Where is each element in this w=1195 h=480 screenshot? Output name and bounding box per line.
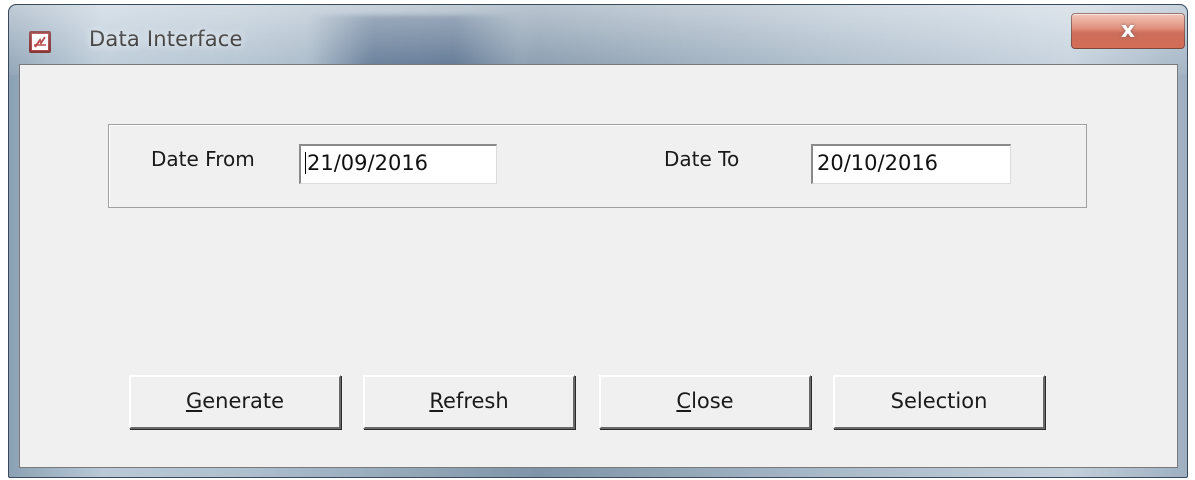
- dialog-client-area: Date From 21/09/2016 Date To 20/10/2016 …: [19, 64, 1178, 468]
- text-caret: [305, 152, 306, 174]
- close-label: lose: [691, 389, 734, 413]
- date-from-label: Date From: [151, 147, 255, 171]
- close-icon: x: [1120, 18, 1136, 43]
- window-close-button[interactable]: x: [1071, 13, 1185, 49]
- generate-mnemonic: G: [185, 389, 203, 413]
- selection-button[interactable]: Selection: [833, 375, 1045, 429]
- refresh-mnemonic: R: [429, 389, 443, 413]
- date-from-value: 21/09/2016: [307, 151, 429, 175]
- date-to-input[interactable]: 20/10/2016: [811, 144, 1011, 184]
- close-button[interactable]: Close: [599, 375, 811, 429]
- generate-label: enerate: [202, 389, 285, 413]
- generate-button[interactable]: Generate: [129, 375, 341, 429]
- window-title: Data Interface: [89, 27, 243, 51]
- refresh-label: efresh: [443, 389, 509, 413]
- pdf-app-icon[interactable]: [29, 31, 51, 53]
- date-to-value: 20/10/2016: [817, 151, 939, 175]
- date-range-group: Date From 21/09/2016 Date To 20/10/2016: [108, 124, 1087, 208]
- date-to-label: Date To: [664, 147, 740, 171]
- title-bar-watermark: [309, 15, 519, 71]
- close-mnemonic: C: [676, 389, 692, 413]
- date-from-input[interactable]: 21/09/2016: [299, 144, 497, 184]
- data-interface-window: Data Interface x Date From 21/09/2016 Da…: [0, 0, 1195, 480]
- refresh-button[interactable]: Refresh: [363, 375, 575, 429]
